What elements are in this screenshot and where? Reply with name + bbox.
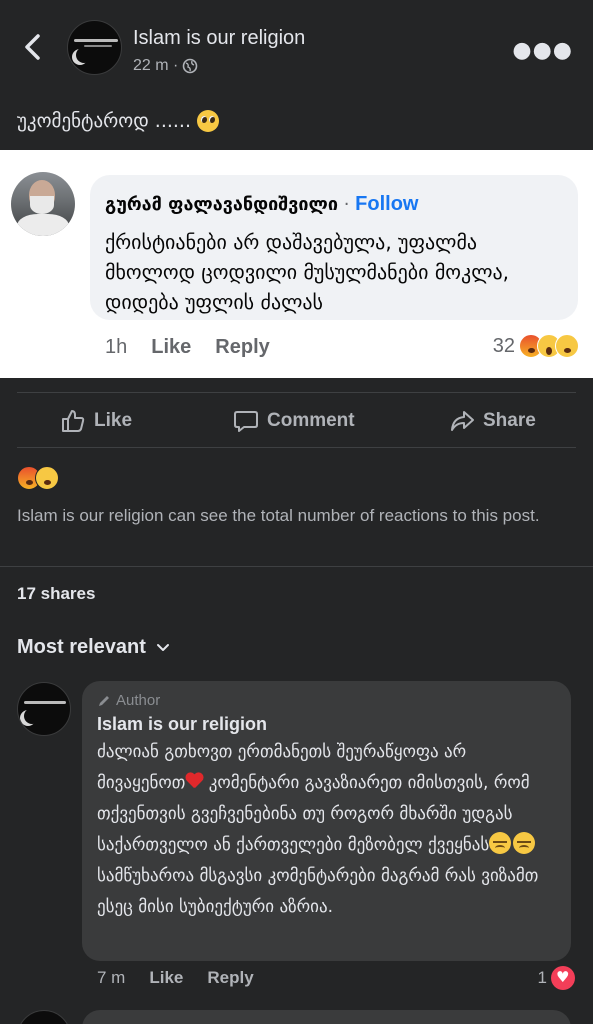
embedded-reaction-summary: 32 [493,334,579,358]
avatar-shirt [17,214,69,236]
author-badge: Author [97,692,160,709]
comment-icon [234,411,258,432]
disappointed-face-emoji [513,832,536,854]
like-label: Like [94,410,133,431]
share-label: Share [483,410,536,431]
like-button[interactable]: Like [60,408,132,434]
post-time[interactable]: 22 m · [133,57,178,75]
embedded-author-line: გურამ ფალავანდიშვილი · Follow [105,193,418,216]
post-caption: უკომენტაროდ ...... [17,110,192,132]
comment-button[interactable]: Comment [233,408,355,434]
avatar-logo-subtext [84,45,112,47]
reaction-summary[interactable] [17,466,59,490]
embedded-time: 1h [105,336,128,358]
red-heart-emoji [185,773,203,789]
pleading-face-emoji [197,110,220,132]
post-meta: 22 m · [133,57,198,75]
embedded-comment-screenshot[interactable]: გურამ ფალავანდიშვილი · Follow ქრისტიანებ… [0,150,593,378]
more-dots-icon[interactable]: ●●● [512,38,573,63]
embedded-like-label: Like [151,336,192,358]
embedded-reaction-count: 32 [492,334,515,357]
page-avatar[interactable] [67,20,122,75]
pencil-icon [99,695,109,706]
embedded-comment-body: ქრისტიანები არ დაშავებულა, უფალმა მხოლოდ… [105,230,509,314]
avatar-logo-text [74,39,118,42]
comment-like-count: 1 [537,968,547,987]
comment-sort-dropdown[interactable]: Most relevant [17,636,170,659]
comment-actions: 7 m Like Reply [97,968,254,988]
embedded-author-avatar [11,172,75,236]
comment-body: ძალიან გთხოვთ ერთმანეთს შეურაწყოფა არ მი… [97,737,559,923]
comment-reply-button[interactable]: Reply [207,968,253,988]
love-reaction-icon [551,966,575,990]
share-arrow-icon [451,411,474,431]
chevron-down-icon [156,643,169,651]
comment-reaction-count[interactable]: 1 [538,966,575,990]
section-divider [0,566,593,567]
next-commenter-avatar[interactable] [17,1010,71,1024]
embedded-follow-label: Follow [355,193,419,215]
next-comment-bubble [82,1010,571,1024]
comment-like-button[interactable]: Like [149,968,183,988]
avatar-beard [30,196,54,214]
commenter-avatar[interactable] [17,682,71,736]
crescent-moon-icon [76,47,92,63]
sad-reaction-icon [555,334,579,358]
disappointed-face-emoji [489,832,512,854]
share-button[interactable]: Share [449,408,536,434]
post-action-bar: Like Comment Share [0,393,593,448]
embedded-author-name: გურამ ფალავანდიშვილი [105,194,338,215]
post-text: უკომენტაროდ ...... [17,110,220,132]
globe-icon [183,58,198,74]
back-arrow-icon[interactable] [20,30,46,64]
embedded-comment-actions: 1h Like Reply [105,336,270,359]
author-badge-label: Author [116,692,161,709]
comment-body-part3: სამწუხაროა მსგავსი კომენტარები მაგრამ რა… [97,866,539,917]
sad-reaction-icon [35,466,59,490]
embedded-reply-label: Reply [215,336,270,358]
shares-count[interactable]: 17 shares [17,584,95,604]
comment-time[interactable]: 7 m [97,968,125,988]
sort-label: Most relevant [17,636,146,658]
comment-bubble: Author Islam is our religion ძალიან გთხო… [82,681,571,961]
divider [17,447,576,448]
crescent-moon-icon [24,708,40,724]
embedded-comment-bubble: გურამ ფალავანდიშვილი · Follow ქრისტიანებ… [90,175,578,320]
reactions-notice: Islam is our religion can see the total … [17,506,540,525]
thumbs-up-icon [62,410,85,432]
embedded-separator: · [337,194,356,215]
avatar-logo-text [24,701,66,704]
post-header: Islam is our religion 22 m · ●●● [0,0,593,95]
comment-author-name[interactable]: Islam is our religion [97,714,267,735]
page-name[interactable]: Islam is our religion [133,27,305,50]
comment-label: Comment [267,410,355,431]
